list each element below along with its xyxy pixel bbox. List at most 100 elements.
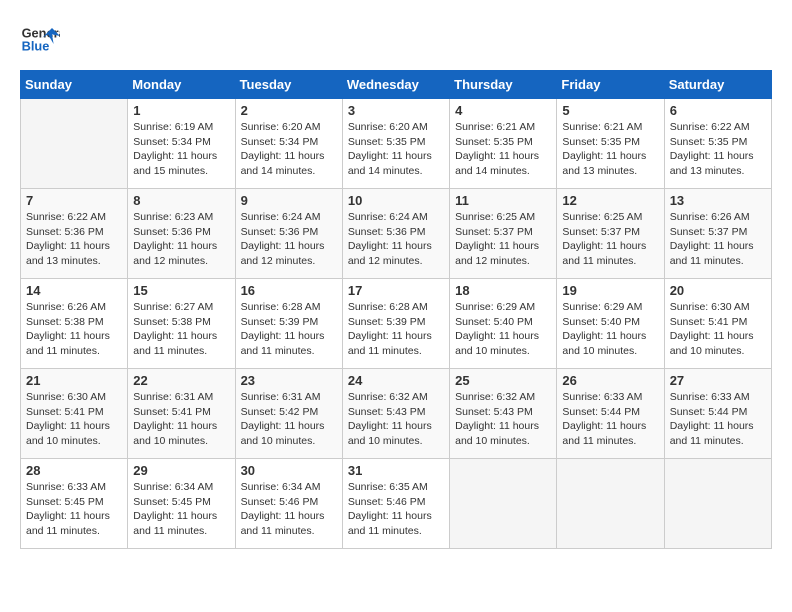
day-number: 9 [241,193,337,208]
page-header: General Blue [20,20,772,60]
calendar-cell: 5 Sunrise: 6:21 AM Sunset: 5:35 PM Daylig… [557,99,664,189]
day-info: Sunrise: 6:35 AM Sunset: 5:46 PM Dayligh… [348,480,444,539]
calendar-week-row: 28 Sunrise: 6:33 AM Sunset: 5:45 PM Dayli… [21,459,772,549]
day-number: 30 [241,463,337,478]
day-number: 1 [133,103,229,118]
day-number: 28 [26,463,122,478]
calendar-cell: 7Sunrise: 6:22 AM Sunset: 5:36 PM Daylig… [21,189,128,279]
day-number: 6 [670,103,766,118]
calendar-cell [450,459,557,549]
day-info: Sunrise: 6:31 AM Sunset: 5:42 PM Dayligh… [241,390,337,449]
day-info: Sunrise: 6:28 AM Sunset: 5:39 PM Dayligh… [348,300,444,359]
day-info: Sunrise: 6:29 AM Sunset: 5:40 PM Dayligh… [455,300,551,359]
calendar-cell: 10 Sunrise: 6:24 AM Sunset: 5:36 PM Dayli… [342,189,449,279]
day-number: 27 [670,373,766,388]
calendar-table: SundayMondayTuesdayWednesdayThursdayFrid… [20,70,772,549]
day-info: Sunrise: 6:33 AM Sunset: 5:44 PM Dayligh… [562,390,658,449]
day-info: Sunrise: 6:26 AM Sunset: 5:37 PM Dayligh… [670,210,766,269]
logo-icon: General Blue [20,20,60,60]
day-number: 23 [241,373,337,388]
day-info: Sunrise: 6:20 AM Sunset: 5:34 PM Dayligh… [241,120,337,179]
day-info: Sunrise: 6:30 AM Sunset: 5:41 PM Dayligh… [26,390,122,449]
day-number: 26 [562,373,658,388]
calendar-cell: 23 Sunrise: 6:31 AM Sunset: 5:42 PM Dayli… [235,369,342,459]
day-info: Sunrise: 6:24 AM Sunset: 5:36 PM Dayligh… [348,210,444,269]
day-number: 10 [348,193,444,208]
day-number: 7 [26,193,122,208]
calendar-cell: 16 Sunrise: 6:28 AM Sunset: 5:39 PM Dayli… [235,279,342,369]
calendar-cell: 14 Sunrise: 6:26 AM Sunset: 5:38 PM Dayli… [21,279,128,369]
day-number: 14 [26,283,122,298]
day-info: Sunrise: 6:34 AM Sunset: 5:45 PM Dayligh… [133,480,229,539]
day-number: 29 [133,463,229,478]
day-number: 16 [241,283,337,298]
calendar-cell: 30 Sunrise: 6:34 AM Sunset: 5:46 PM Dayli… [235,459,342,549]
day-info: Sunrise: 6:25 AM Sunset: 5:37 PM Dayligh… [455,210,551,269]
day-info: Sunrise: 6:20 AM Sunset: 5:35 PM Dayligh… [348,120,444,179]
calendar-cell: 9 Sunrise: 6:24 AM Sunset: 5:36 PM Daylig… [235,189,342,279]
calendar-cell: 22Sunrise: 6:31 AM Sunset: 5:41 PM Dayli… [128,369,235,459]
calendar-cell: 28 Sunrise: 6:33 AM Sunset: 5:45 PM Dayli… [21,459,128,549]
calendar-cell: 13 Sunrise: 6:26 AM Sunset: 5:37 PM Dayli… [664,189,771,279]
day-info: Sunrise: 6:33 AM Sunset: 5:45 PM Dayligh… [26,480,122,539]
day-info: Sunrise: 6:25 AM Sunset: 5:37 PM Dayligh… [562,210,658,269]
calendar-cell: 27Sunrise: 6:33 AM Sunset: 5:44 PM Dayli… [664,369,771,459]
calendar-cell: 1 Sunrise: 6:19 AM Sunset: 5:34 PM Daylig… [128,99,235,189]
day-info: Sunrise: 6:24 AM Sunset: 5:36 PM Dayligh… [241,210,337,269]
day-number: 13 [670,193,766,208]
weekday-header-friday: Friday [557,71,664,99]
day-number: 5 [562,103,658,118]
weekday-header-row: SundayMondayTuesdayWednesdayThursdayFrid… [21,71,772,99]
calendar-week-row: 14 Sunrise: 6:26 AM Sunset: 5:38 PM Dayli… [21,279,772,369]
day-info: Sunrise: 6:31 AM Sunset: 5:41 PM Dayligh… [133,390,229,449]
calendar-cell: 6 Sunrise: 6:22 AM Sunset: 5:35 PM Daylig… [664,99,771,189]
day-number: 20 [670,283,766,298]
day-info: Sunrise: 6:21 AM Sunset: 5:35 PM Dayligh… [562,120,658,179]
calendar-cell: 11 Sunrise: 6:25 AM Sunset: 5:37 PM Dayli… [450,189,557,279]
calendar-cell: 2 Sunrise: 6:20 AM Sunset: 5:34 PM Daylig… [235,99,342,189]
day-number: 24 [348,373,444,388]
day-info: Sunrise: 6:32 AM Sunset: 5:43 PM Dayligh… [455,390,551,449]
calendar-cell: 15Sunrise: 6:27 AM Sunset: 5:38 PM Dayli… [128,279,235,369]
calendar-cell: 3 Sunrise: 6:20 AM Sunset: 5:35 PM Daylig… [342,99,449,189]
calendar-cell: 8Sunrise: 6:23 AM Sunset: 5:36 PM Daylig… [128,189,235,279]
calendar-cell: 31 Sunrise: 6:35 AM Sunset: 5:46 PM Dayli… [342,459,449,549]
weekday-header-tuesday: Tuesday [235,71,342,99]
calendar-cell [557,459,664,549]
weekday-header-sunday: Sunday [21,71,128,99]
day-number: 19 [562,283,658,298]
day-info: Sunrise: 6:34 AM Sunset: 5:46 PM Dayligh… [241,480,337,539]
day-info: Sunrise: 6:26 AM Sunset: 5:38 PM Dayligh… [26,300,122,359]
calendar-week-row: 1 Sunrise: 6:19 AM Sunset: 5:34 PM Daylig… [21,99,772,189]
day-number: 31 [348,463,444,478]
day-number: 4 [455,103,551,118]
day-number: 12 [562,193,658,208]
day-info: Sunrise: 6:23 AM Sunset: 5:36 PM Dayligh… [133,210,229,269]
calendar-cell: 21 Sunrise: 6:30 AM Sunset: 5:41 PM Dayli… [21,369,128,459]
day-info: Sunrise: 6:27 AM Sunset: 5:38 PM Dayligh… [133,300,229,359]
day-info: Sunrise: 6:19 AM Sunset: 5:34 PM Dayligh… [133,120,229,179]
day-number: 3 [348,103,444,118]
calendar-cell: 26 Sunrise: 6:33 AM Sunset: 5:44 PM Dayli… [557,369,664,459]
calendar-cell: 12 Sunrise: 6:25 AM Sunset: 5:37 PM Dayli… [557,189,664,279]
day-number: 18 [455,283,551,298]
day-number: 2 [241,103,337,118]
calendar-cell: 20 Sunrise: 6:30 AM Sunset: 5:41 PM Dayli… [664,279,771,369]
day-info: Sunrise: 6:22 AM Sunset: 5:35 PM Dayligh… [670,120,766,179]
calendar-cell: 19Sunrise: 6:29 AM Sunset: 5:40 PM Dayli… [557,279,664,369]
calendar-cell [664,459,771,549]
day-info: Sunrise: 6:30 AM Sunset: 5:41 PM Dayligh… [670,300,766,359]
day-number: 17 [348,283,444,298]
weekday-header-saturday: Saturday [664,71,771,99]
calendar-cell: 18 Sunrise: 6:29 AM Sunset: 5:40 PM Dayli… [450,279,557,369]
calendar-week-row: 7Sunrise: 6:22 AM Sunset: 5:36 PM Daylig… [21,189,772,279]
calendar-cell: 4Sunrise: 6:21 AM Sunset: 5:35 PM Daylig… [450,99,557,189]
day-number: 11 [455,193,551,208]
weekday-header-wednesday: Wednesday [342,71,449,99]
calendar-cell: 24Sunrise: 6:32 AM Sunset: 5:43 PM Dayli… [342,369,449,459]
weekday-header-monday: Monday [128,71,235,99]
weekday-header-thursday: Thursday [450,71,557,99]
calendar-week-row: 21 Sunrise: 6:30 AM Sunset: 5:41 PM Dayli… [21,369,772,459]
day-info: Sunrise: 6:28 AM Sunset: 5:39 PM Dayligh… [241,300,337,359]
day-number: 21 [26,373,122,388]
